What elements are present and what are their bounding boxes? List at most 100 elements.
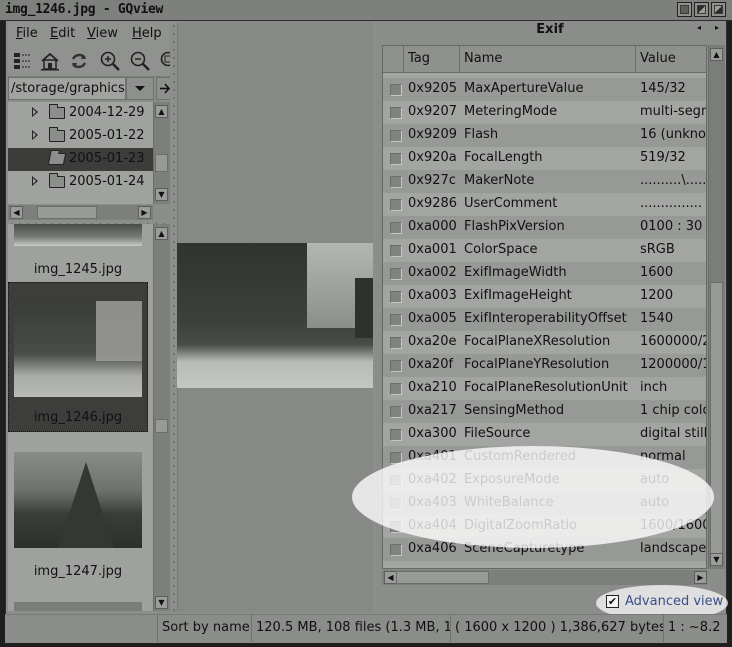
zoom-fit-button[interactable] [159, 50, 170, 72]
refresh-icon [71, 53, 87, 69]
row-checkbox[interactable] [390, 360, 402, 372]
maximize-button[interactable] [694, 2, 709, 17]
scroll-up-button[interactable]: ▲ [155, 105, 168, 118]
row-checkbox[interactable] [390, 153, 402, 165]
scrollbar-thumb[interactable] [155, 154, 168, 172]
table-row[interactable]: 0xa003 ExifImageHeight 1200 [383, 285, 706, 308]
thumbnail-label[interactable]: img_1247.jpg [8, 564, 148, 579]
scrollbar-thumb[interactable] [37, 206, 97, 219]
row-checkbox[interactable] [390, 245, 402, 257]
status-sort[interactable]: Sort by name [157, 614, 251, 642]
tab-scroll-left-icon[interactable]: ◂ [697, 23, 701, 32]
scroll-up-button[interactable]: ▲ [155, 227, 168, 240]
column-header-name[interactable]: Name [460, 46, 636, 72]
iconify-button[interactable] [677, 2, 692, 17]
table-row[interactable]: 0xa005 ExifInteroperabilityOffset 1540 [383, 308, 706, 331]
menu-file-label: ile [22, 26, 38, 41]
scrollbar-thumb[interactable] [155, 419, 168, 433]
folder-icon [49, 104, 65, 119]
row-checkbox[interactable] [390, 268, 402, 280]
thumbnail-vertical-scrollbar[interactable]: ▲ ▼ [153, 224, 170, 611]
table-row[interactable]: 0x9207 MeteringMode multi-segment [383, 101, 706, 124]
tree-horizontal-scrollbar[interactable]: ◀ ▶ [8, 205, 153, 220]
menu-edit[interactable]: Edit [50, 26, 75, 41]
cell-value: multi-segment [640, 104, 706, 119]
tree-item-selected[interactable]: 2005-01-23 [8, 148, 153, 171]
table-row[interactable]: 0xa000 FlashPixVersion 0100 : 30 31 [383, 216, 706, 239]
advanced-view-checkbox[interactable]: ✔ [606, 595, 619, 608]
row-checkbox[interactable] [390, 337, 402, 349]
thumbnail-item-selected[interactable]: img_1246.jpg [8, 282, 148, 432]
row-checkbox[interactable] [390, 291, 402, 303]
scrollbar-thumb[interactable] [396, 571, 489, 584]
zoom-out-button[interactable] [129, 50, 151, 72]
tab-scroll-right-icon[interactable]: ▸ [715, 23, 719, 32]
row-checkbox[interactable] [390, 429, 402, 441]
scroll-right-button[interactable]: ▶ [138, 206, 151, 219]
image-preview[interactable] [177, 243, 373, 388]
folder-tree[interactable]: 2004-12-29 2005-01-22 2005-01-23 2005-01… [8, 102, 153, 204]
scroll-right-button[interactable]: ▶ [694, 571, 707, 584]
table-row[interactable]: 0xa300 FileSource digital still camera [383, 423, 706, 446]
thumbnail-image[interactable] [14, 602, 142, 611]
scroll-down-button[interactable]: ▼ [155, 188, 168, 201]
row-checkbox[interactable] [390, 130, 402, 142]
path-history-dropdown[interactable] [126, 77, 154, 100]
zoom-in-icon [100, 51, 120, 71]
table-row[interactable]: 0xa210 FocalPlaneResolutionUnit inch [383, 377, 706, 400]
row-checkbox[interactable] [390, 199, 402, 211]
path-input[interactable]: /storage/graphics/ [8, 77, 126, 100]
window-titlebar[interactable]: img_1246.jpg - GQview [0, 0, 732, 21]
table-row[interactable]: 0xa001 ColorSpace sRGB [383, 239, 706, 262]
close-button[interactable] [711, 2, 726, 17]
thumbnails-toggle-button[interactable] [12, 50, 34, 72]
expander-icon[interactable] [32, 107, 38, 117]
home-button[interactable] [39, 50, 61, 72]
zoom-in-button[interactable] [99, 50, 121, 72]
table-row[interactable]: 0x9209 Flash 16 (unknown) [383, 124, 706, 147]
tree-item[interactable]: 2004-12-29 [8, 102, 153, 125]
expander-icon[interactable] [32, 176, 38, 186]
scrollbar-thumb[interactable] [710, 282, 723, 554]
pane-separator[interactable] [170, 22, 176, 611]
table-row[interactable]: 0xa20e FocalPlaneXResolution 1600000/2 [383, 331, 706, 354]
table-row[interactable]: 0xa002 ExifImageWidth 1600 [383, 262, 706, 285]
cell-tag: 0x9209 [408, 127, 458, 142]
row-checkbox[interactable] [390, 222, 402, 234]
column-header-value[interactable]: Value [636, 46, 706, 72]
table-row[interactable]: 0xa217 SensingMethod 1 chip color [383, 400, 706, 423]
thumbnail-image[interactable] [14, 224, 142, 246]
row-checkbox[interactable] [390, 176, 402, 188]
thumbnail-label[interactable]: img_1245.jpg [8, 262, 148, 277]
exif-horizontal-scrollbar[interactable]: ◀ ▶ [382, 570, 707, 585]
column-header-checkbox[interactable] [383, 46, 404, 72]
table-row[interactable]: 0x9205 MaxApertureValue 145/32 [383, 78, 706, 101]
table-row[interactable]: 0x920a FocalLength 519/32 [383, 147, 706, 170]
row-checkbox[interactable] [390, 314, 402, 326]
expander-icon[interactable] [32, 130, 38, 140]
thumbnail-image[interactable] [14, 452, 142, 548]
scroll-up-button[interactable]: ▲ [710, 48, 723, 61]
menu-file[interactable]: File [16, 26, 38, 41]
column-header-tag[interactable]: Tag [404, 46, 460, 72]
row-checkbox[interactable] [390, 406, 402, 418]
row-checkbox[interactable] [390, 383, 402, 395]
row-checkbox[interactable] [390, 107, 402, 119]
tree-item[interactable]: 2005-01-24 [8, 171, 153, 194]
scroll-down-button[interactable]: ▼ [710, 553, 723, 566]
refresh-button[interactable] [68, 50, 90, 72]
advanced-view-label[interactable]: Advanced view [625, 594, 723, 609]
row-checkbox[interactable] [390, 84, 402, 96]
row-checkbox[interactable] [390, 544, 402, 556]
scroll-down-button[interactable]: ▼ [155, 596, 168, 609]
thumbnail-list[interactable]: img_1245.jpg img_1246.jpg img_1247.jpg [8, 224, 153, 611]
tree-item[interactable]: 2005-01-22 [8, 125, 153, 148]
menu-help[interactable]: Help [132, 26, 162, 41]
table-row[interactable]: 0x9286 UserComment............... [383, 193, 706, 216]
table-row[interactable]: 0x927c MakerNote ..........\..... [383, 170, 706, 193]
tree-item-label: 2005-01-24 [69, 174, 145, 189]
table-row[interactable]: 0xa20f FocalPlaneYResolution 1200000/1 [383, 354, 706, 377]
scroll-left-button[interactable]: ◀ [10, 206, 23, 219]
tree-vertical-scrollbar[interactable]: ▲ ▼ [153, 102, 170, 204]
menu-view[interactable]: View [87, 26, 118, 41]
